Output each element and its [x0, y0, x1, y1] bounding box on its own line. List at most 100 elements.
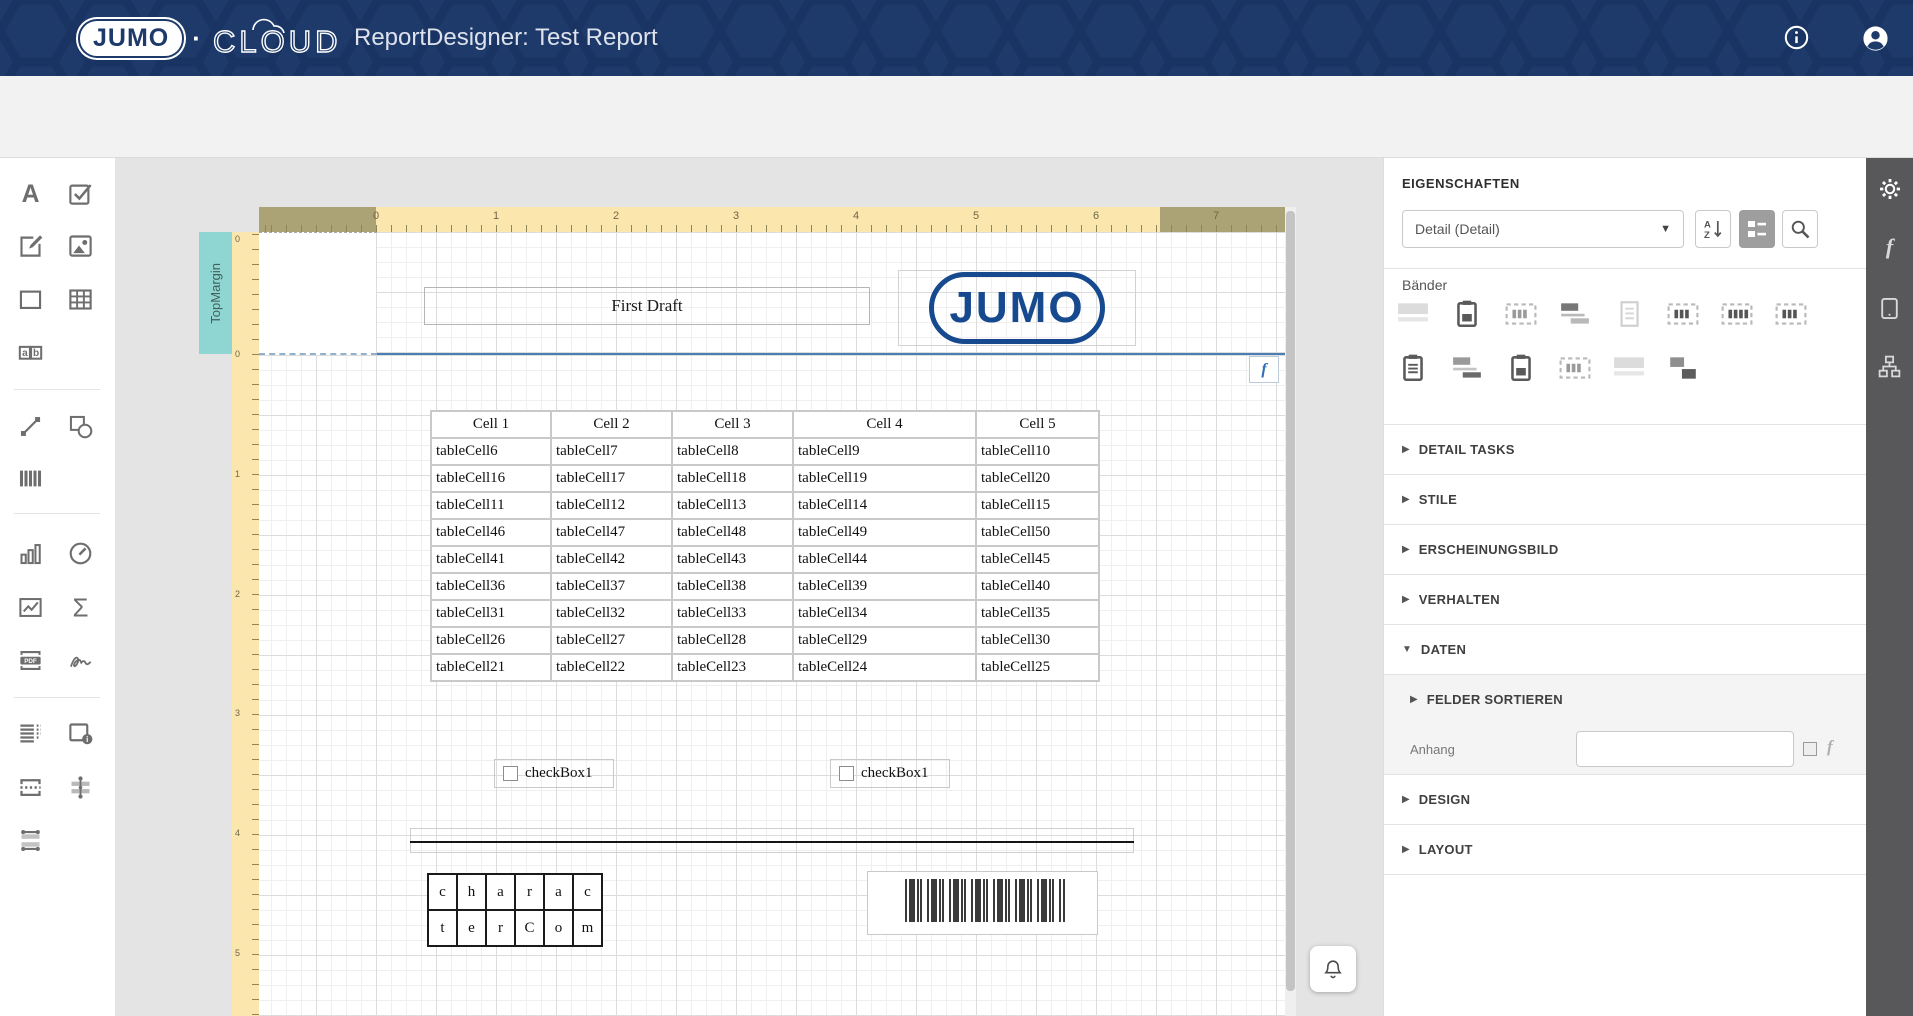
table-cell[interactable]: tableCell49 [792, 518, 977, 547]
rich-text-tool-icon[interactable] [16, 231, 44, 259]
comb-cell[interactable]: t [427, 909, 458, 947]
table-cell[interactable]: tableCell35 [975, 599, 1100, 628]
band-offset-bars-icon[interactable] [1548, 299, 1602, 329]
barcode-element[interactable] [867, 871, 1098, 935]
section-stile[interactable]: ▶ STILE [1384, 474, 1867, 524]
line-element[interactable] [410, 828, 1134, 853]
table-header-cell[interactable]: Cell 3 [671, 410, 794, 439]
comb-cell[interactable]: r [485, 909, 516, 947]
table-header-cell[interactable]: Cell 4 [792, 410, 977, 439]
table-cell[interactable]: tableCell32 [550, 599, 673, 628]
table-cell[interactable]: tableCell25 [975, 653, 1100, 682]
band-dashed-bars-icon[interactable] [1494, 299, 1548, 329]
character-comb-element[interactable]: characterCom [427, 873, 603, 947]
comb-cell[interactable]: o [543, 909, 574, 947]
table-cell[interactable]: tableCell8 [671, 437, 794, 466]
comb-cell[interactable]: C [514, 909, 545, 947]
table-cell[interactable]: tableCell22 [550, 653, 673, 682]
table-cell[interactable]: tableCell28 [671, 626, 794, 655]
picture-tool-icon[interactable] [66, 231, 94, 259]
cross-band-line-tool-icon[interactable] [66, 773, 94, 801]
notifications-button[interactable] [1310, 946, 1356, 992]
band-dashed-bars-dark-2-icon[interactable] [1764, 299, 1818, 329]
comb-cell[interactable]: m [572, 909, 603, 947]
table-cell[interactable]: tableCell41 [430, 545, 552, 574]
table-cell[interactable]: tableCell13 [671, 491, 794, 520]
band-document-icon[interactable] [1602, 299, 1656, 329]
table-cell[interactable]: tableCell42 [550, 545, 673, 574]
sparkline-tool-icon[interactable] [16, 593, 44, 621]
table-cell[interactable]: tableCell46 [430, 518, 552, 547]
table-cell[interactable]: tableCell48 [671, 518, 794, 547]
pdf-content-tool-icon[interactable]: PDF [16, 646, 44, 674]
section-erscheinungsbild[interactable]: ▶ ERSCHEINUNGSBILD [1384, 524, 1867, 574]
band-solid-light-icon[interactable] [1386, 299, 1440, 329]
comb-cell[interactable]: c [427, 873, 458, 911]
table-cell[interactable]: tableCell43 [671, 545, 794, 574]
checkbox-element-1[interactable]: checkBox1 [494, 759, 614, 788]
table-tool-icon[interactable] [66, 285, 94, 313]
table-cell[interactable]: tableCell11 [430, 491, 552, 520]
report-explorer-icon[interactable] [1876, 295, 1903, 322]
page-info-tool-icon[interactable]: i [66, 719, 94, 747]
table-cell[interactable]: tableCell26 [430, 626, 552, 655]
anhang-checkbox[interactable] [1803, 742, 1817, 756]
table-cell[interactable]: tableCell47 [550, 518, 673, 547]
table-cell[interactable]: tableCell29 [792, 626, 977, 655]
table-cell[interactable]: tableCell14 [792, 491, 977, 520]
element-selector-dropdown[interactable]: Detail (Detail) ▼ [1402, 210, 1684, 248]
section-daten[interactable]: ▼ DATEN [1384, 624, 1867, 674]
section-felder-sortieren[interactable]: ▶ FELDER SORTIEREN [1384, 674, 1867, 724]
table-header-cell[interactable]: Cell 2 [550, 410, 673, 439]
page-break-tool-icon[interactable] [16, 773, 44, 801]
field-list-icon[interactable] [1876, 353, 1903, 380]
text-tool-icon[interactable]: A [16, 179, 44, 207]
table-cell[interactable]: tableCell15 [975, 491, 1100, 520]
anhang-formula-icon[interactable]: f [1827, 737, 1833, 757]
report-title-label[interactable]: First Draft [424, 287, 870, 325]
section-verhalten[interactable]: ▶ VERHALTEN [1384, 574, 1867, 624]
table-cell[interactable]: tableCell31 [430, 599, 552, 628]
table-cell[interactable]: tableCell18 [671, 464, 794, 493]
band-dashed-bars-dark-icon[interactable] [1656, 299, 1710, 329]
table-cell[interactable]: tableCell33 [671, 599, 794, 628]
band-dashed-bars-2-icon[interactable] [1548, 353, 1602, 383]
band-offset-bars-gray-icon[interactable] [1440, 353, 1494, 383]
table-cell[interactable]: tableCell10 [975, 437, 1100, 466]
table-cell[interactable]: tableCell44 [792, 545, 977, 574]
section-design[interactable]: ▶ DESIGN [1384, 774, 1867, 824]
comb-cell[interactable]: c [572, 873, 603, 911]
table-cell[interactable]: tableCell40 [975, 572, 1100, 601]
comb-cell[interactable]: e [456, 909, 487, 947]
band-dashed-bars-dark-wide-icon[interactable] [1710, 299, 1764, 329]
chart-tool-icon[interactable] [16, 539, 44, 567]
table-cell[interactable]: tableCell24 [792, 653, 977, 682]
gauge-tool-icon[interactable] [66, 539, 94, 567]
line-tool-icon[interactable] [16, 412, 44, 440]
table-cell[interactable]: tableCell37 [550, 572, 673, 601]
settings-icon[interactable] [1876, 175, 1903, 202]
top-margin-band-label[interactable]: TopMargin [199, 232, 232, 354]
band-clipboard-2-icon[interactable] [1494, 353, 1548, 383]
cross-band-box-tool-icon[interactable] [16, 826, 44, 854]
signature-tool-icon[interactable] [66, 646, 94, 674]
checkbox-tool-icon[interactable] [66, 179, 94, 207]
account-icon[interactable] [1861, 24, 1889, 52]
table-of-contents-tool-icon[interactable] [16, 719, 44, 747]
sort-az-icon[interactable]: AZ [1695, 210, 1731, 248]
table-cell[interactable]: tableCell9 [792, 437, 977, 466]
info-icon[interactable] [1783, 24, 1811, 52]
expressions-icon[interactable]: f [1876, 233, 1903, 260]
report-table[interactable]: Cell 1 Cell 2 Cell 3 Cell 4 Cell 5 tableCell6… [430, 410, 1100, 682]
anhang-input[interactable] [1576, 731, 1794, 767]
table-cell[interactable]: tableCell20 [975, 464, 1100, 493]
table-cell[interactable]: tableCell7 [550, 437, 673, 466]
band-offset-solid-icon[interactable] [1656, 353, 1710, 383]
table-cell[interactable]: tableCell27 [550, 626, 673, 655]
formula-badge[interactable]: f [1249, 356, 1279, 383]
table-cell[interactable]: tableCell45 [975, 545, 1100, 574]
comb-cell[interactable]: a [485, 873, 516, 911]
table-cell[interactable]: tableCell30 [975, 626, 1100, 655]
section-detail-tasks[interactable]: ▶ DETAIL TASKS [1384, 424, 1867, 474]
table-cell[interactable]: tableCell39 [792, 572, 977, 601]
